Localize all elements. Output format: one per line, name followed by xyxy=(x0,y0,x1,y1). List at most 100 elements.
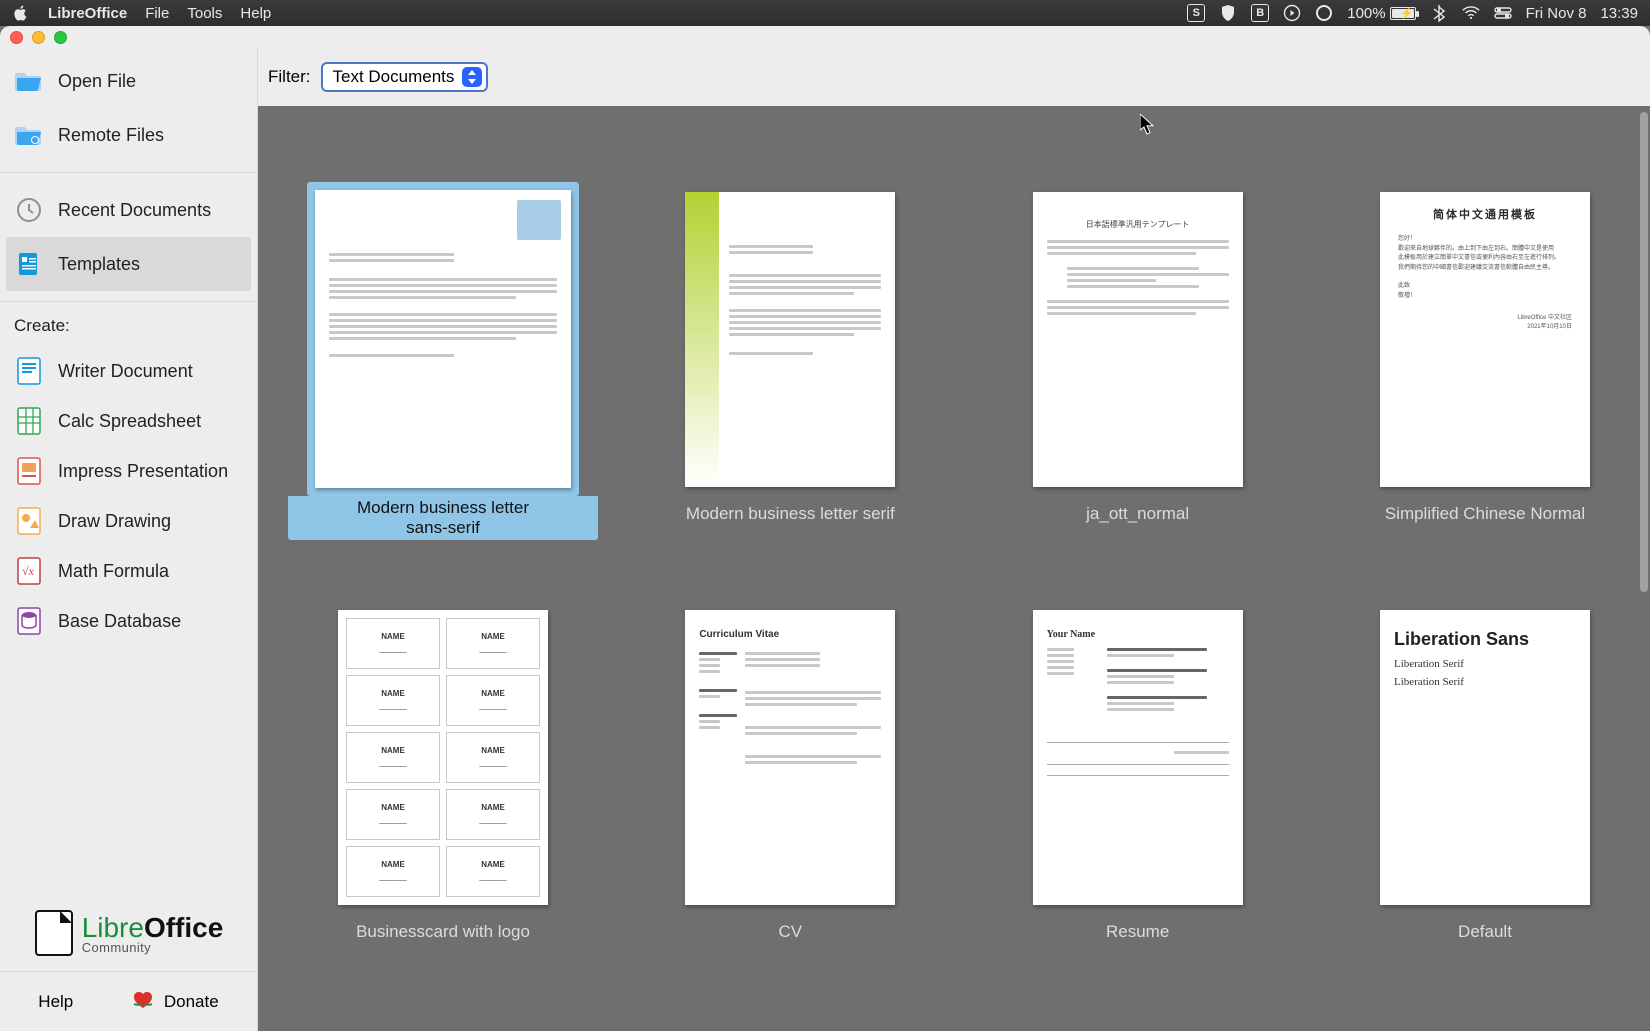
sidebar-label: Recent Documents xyxy=(58,200,211,221)
template-item[interactable]: Curriculum Vitae xyxy=(635,600,945,942)
close-button[interactable] xyxy=(10,31,23,44)
folder-remote-icon xyxy=(14,120,44,150)
template-item[interactable]: Your Name xyxy=(983,600,1293,942)
sidebar-math[interactable]: √x Math Formula xyxy=(0,546,257,596)
draw-icon xyxy=(14,506,44,536)
scrollbar[interactable] xyxy=(1640,112,1648,592)
bluetooth-icon[interactable] xyxy=(1430,4,1448,22)
template-item[interactable]: 简体中文通用模板 您好！ 歡迎來自地球夥伴的。由上到下由左到右。簡體中文是使用 … xyxy=(1330,182,1640,540)
document-logo-icon xyxy=(34,909,74,957)
sidebar: Open File Remote Files Recent Documents xyxy=(0,48,258,1031)
template-thumbnail xyxy=(315,190,571,488)
clock-icon xyxy=(14,195,44,225)
sidebar-label: Base Database xyxy=(58,611,181,632)
status-s-icon[interactable]: S xyxy=(1187,4,1205,22)
start-center-window: Open File Remote Files Recent Documents xyxy=(0,26,1650,1031)
battery-indicator[interactable]: 100% ⚡ xyxy=(1347,5,1415,22)
sidebar-open-file[interactable]: Open File xyxy=(0,54,257,108)
logo-bold: Office xyxy=(144,912,223,943)
template-label: ja_ott_normal xyxy=(1086,504,1189,524)
menu-file[interactable]: File xyxy=(145,5,169,22)
template-thumbnail xyxy=(685,192,895,487)
preview-text: 日本語標準汎用テンプレート xyxy=(1047,220,1229,230)
writer-icon xyxy=(14,356,44,386)
templates-icon xyxy=(14,249,44,279)
preview-text: Liberation Serif xyxy=(1394,675,1576,689)
sidebar-label: Open File xyxy=(58,71,136,92)
sidebar-remote-files[interactable]: Remote Files xyxy=(0,108,257,162)
divider xyxy=(0,172,257,173)
sidebar-label: Templates xyxy=(58,254,140,275)
impress-icon xyxy=(14,456,44,486)
minimize-button[interactable] xyxy=(32,31,45,44)
sidebar-writer[interactable]: Writer Document xyxy=(0,346,257,396)
folder-open-icon xyxy=(14,66,44,96)
sidebar-label: Writer Document xyxy=(58,361,193,382)
template-item[interactable]: Modern business letter sans-serif xyxy=(288,182,598,540)
battery-pct: 100% xyxy=(1347,5,1385,22)
template-thumbnail: Liberation Sans Liberation Serif Liberat… xyxy=(1380,610,1590,905)
template-item[interactable]: Modern business letter serif xyxy=(635,182,945,540)
titlebar xyxy=(0,26,1650,48)
math-icon: √x xyxy=(14,556,44,586)
control-center-icon[interactable] xyxy=(1494,4,1512,22)
wifi-icon[interactable] xyxy=(1462,4,1480,22)
template-thumbnail: Your Name xyxy=(1033,610,1243,905)
sidebar-templates[interactable]: Templates xyxy=(6,237,251,291)
chevron-updown-icon xyxy=(462,67,482,87)
sidebar-label: Calc Spreadsheet xyxy=(58,411,201,432)
base-icon xyxy=(14,606,44,636)
menu-tools[interactable]: Tools xyxy=(187,5,222,22)
template-item[interactable]: Liberation Sans Liberation Serif Liberat… xyxy=(1330,600,1640,942)
sidebar-impress[interactable]: Impress Presentation xyxy=(0,446,257,496)
template-label: Modern business letter serif xyxy=(686,504,895,524)
play-circle-icon[interactable] xyxy=(1283,4,1301,22)
menubar-date[interactable]: Fri Nov 8 xyxy=(1526,5,1587,22)
preview-text: Your Name xyxy=(1047,628,1229,641)
template-label: CV xyxy=(779,922,803,942)
template-label: Simplified Chinese Normal xyxy=(1385,504,1585,524)
sidebar-label: Math Formula xyxy=(58,561,169,582)
shield-icon[interactable] xyxy=(1219,4,1237,22)
sidebar-calc[interactable]: Calc Spreadsheet xyxy=(0,396,257,446)
circle-icon[interactable] xyxy=(1315,4,1333,22)
heart-hands-icon xyxy=(130,988,156,1015)
app-name[interactable]: LibreOffice xyxy=(48,5,127,22)
filter-value: Text Documents xyxy=(333,67,455,87)
main-area: Filter: Text Documents xyxy=(258,48,1650,1031)
template-thumbnail: Curriculum Vitae xyxy=(685,610,895,905)
filter-dropdown[interactable]: Text Documents xyxy=(321,62,489,92)
sidebar-draw[interactable]: Draw Drawing xyxy=(0,496,257,546)
sidebar-label: Impress Presentation xyxy=(58,461,228,482)
template-label: Businesscard with logo xyxy=(356,922,530,942)
menu-help[interactable]: Help xyxy=(240,5,271,22)
donate-label: Donate xyxy=(164,992,219,1012)
help-link[interactable]: Help xyxy=(38,992,73,1012)
donate-link[interactable]: Donate xyxy=(130,988,219,1015)
template-thumbnail: NAME_______ NAME_______ NAME_______ NAME… xyxy=(338,610,548,905)
template-label: Default xyxy=(1458,922,1512,942)
divider xyxy=(0,301,257,302)
template-item[interactable]: NAME_______ NAME_______ NAME_______ NAME… xyxy=(288,600,598,942)
maximize-button[interactable] xyxy=(54,31,67,44)
sidebar-base[interactable]: Base Database xyxy=(0,596,257,646)
create-heading: Create: xyxy=(0,306,257,340)
apple-icon[interactable] xyxy=(12,4,30,22)
sidebar-label: Draw Drawing xyxy=(58,511,171,532)
preview-text: Liberation Sans xyxy=(1394,628,1576,651)
svg-text:√x: √x xyxy=(22,564,35,578)
template-thumbnail: 日本語標準汎用テンプレート xyxy=(1033,192,1243,487)
filter-bar: Filter: Text Documents xyxy=(258,48,1650,106)
battery-icon: ⚡ xyxy=(1390,7,1416,20)
macos-menubar: LibreOffice File Tools Help S B 100% ⚡ xyxy=(0,0,1650,26)
preview-text: Liberation Serif xyxy=(1394,657,1576,671)
preview-text: 简体中文通用模板 xyxy=(1394,208,1576,222)
sidebar-recent-documents[interactable]: Recent Documents xyxy=(0,183,257,237)
preview-text: Curriculum Vitae xyxy=(699,628,881,641)
menubar-time[interactable]: 13:39 xyxy=(1600,5,1638,22)
status-b-icon[interactable]: B xyxy=(1251,4,1269,22)
sidebar-label: Remote Files xyxy=(58,125,164,146)
template-item[interactable]: 日本語標準汎用テンプレート ja_ott xyxy=(983,182,1293,540)
template-label: Resume xyxy=(1106,922,1169,942)
libreoffice-logo: LibreOffice Community xyxy=(0,895,257,971)
